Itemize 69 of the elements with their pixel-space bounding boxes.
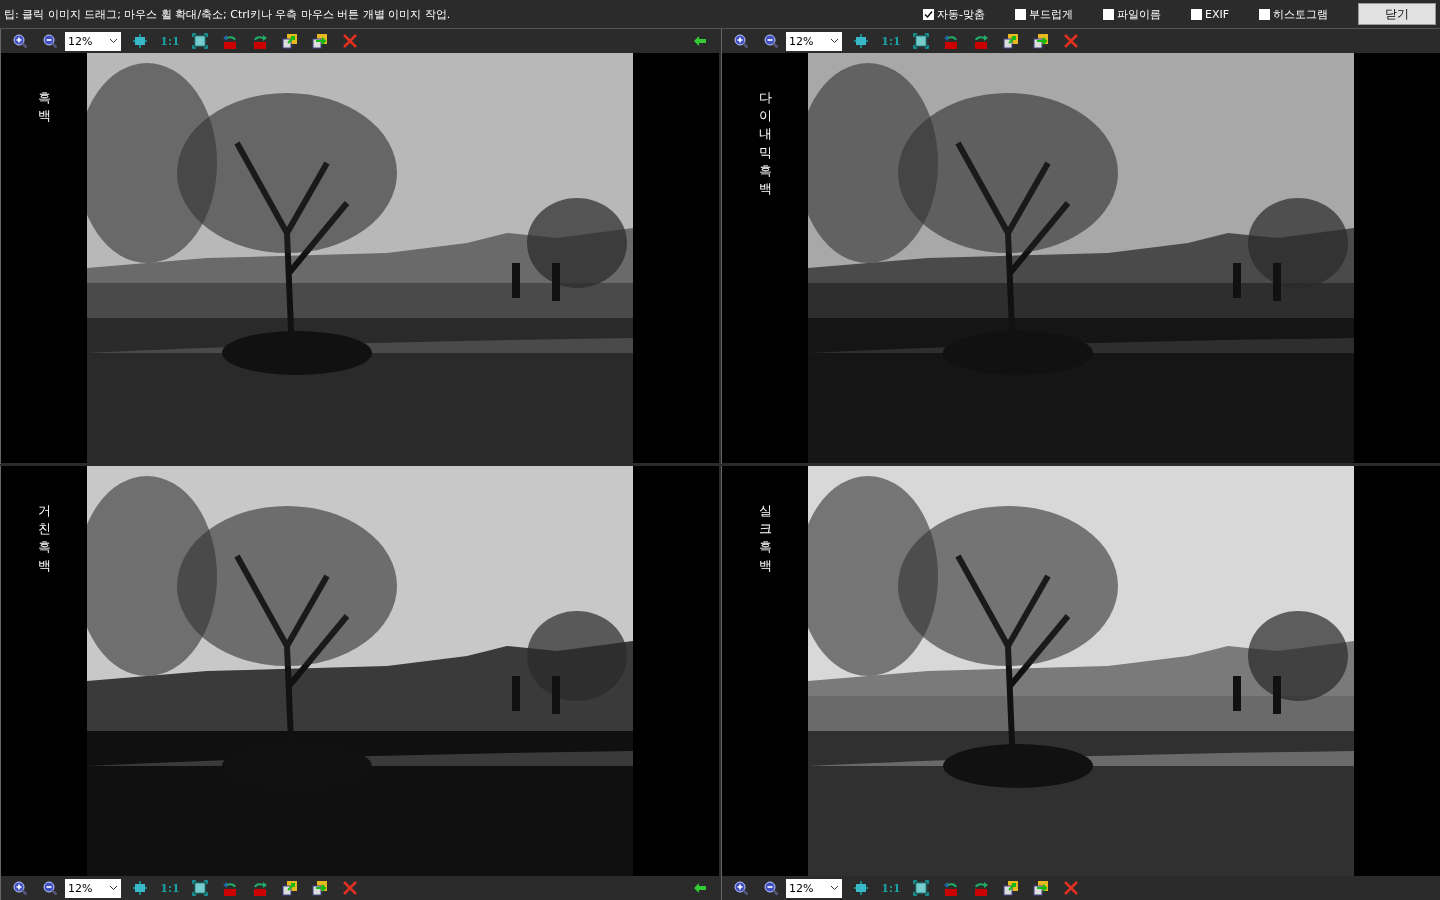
rotate-left-icon[interactable]	[222, 880, 238, 896]
rotate-left-icon[interactable]	[222, 33, 238, 49]
full-screen-icon[interactable]	[192, 880, 208, 896]
export-icon[interactable]	[1003, 33, 1019, 49]
import-icon[interactable]	[1033, 880, 1049, 896]
close-icon[interactable]	[1063, 880, 1079, 896]
zoom-dropdown[interactable]: 12%	[65, 31, 121, 51]
zoom-in-icon[interactable]	[733, 880, 749, 896]
export-icon[interactable]	[282, 880, 298, 896]
image-label: 다이내믹흑백	[758, 89, 772, 198]
option-checkbox[interactable]: 부드럽게	[1014, 6, 1073, 22]
export-icon[interactable]	[282, 33, 298, 49]
checkbox-icon[interactable]	[1259, 8, 1270, 20]
caret-icon[interactable]	[830, 885, 839, 891]
option-checkbox[interactable]: 히스토그램	[1259, 6, 1328, 22]
close-button[interactable]: 닫기	[1358, 3, 1436, 25]
zoom-in-icon[interactable]	[12, 33, 28, 49]
option-checkbox[interactable]: EXIF	[1190, 7, 1229, 21]
zoom-dropdown[interactable]: 12%	[786, 31, 842, 51]
fit-icon[interactable]	[853, 880, 869, 896]
fit-icon[interactable]	[132, 33, 148, 49]
close-icon[interactable]	[342, 880, 358, 896]
rotate-left-icon[interactable]	[943, 33, 959, 49]
tip-text: 팁: 클릭 이미지 드래그; 마우스 휠 확대/축소; Ctrl키나 우측 마우스 버튼 개별 이미지 작업.	[4, 6, 452, 22]
actual-size-button[interactable]: 1:1	[155, 34, 185, 48]
image-label: 거친흑백	[37, 502, 51, 575]
import-icon[interactable]	[1033, 33, 1049, 49]
zoom-out-icon[interactable]	[42, 33, 58, 49]
caret-icon[interactable]	[830, 38, 839, 44]
checkbox-icon[interactable]	[1190, 8, 1202, 20]
zoom-in-icon[interactable]	[12, 880, 28, 896]
option-label[interactable]: 부드럽게	[1028, 6, 1073, 22]
image-label: 흑백	[37, 89, 51, 126]
actual-size-button[interactable]: 1:1	[876, 881, 906, 895]
zoom-out-icon[interactable]	[42, 880, 58, 896]
rotate-left-icon[interactable]	[943, 880, 959, 896]
option-checkbox[interactable]: 자동-맞춤	[922, 6, 985, 22]
import-icon[interactable]	[312, 33, 328, 49]
zoom-out-icon[interactable]	[763, 33, 779, 49]
option-label[interactable]: EXIF	[1204, 7, 1229, 21]
full-screen-icon[interactable]	[192, 33, 208, 49]
fit-icon[interactable]	[853, 33, 869, 49]
zoom-in-icon[interactable]	[733, 33, 749, 49]
fit-icon[interactable]	[132, 880, 148, 896]
actual-size-button[interactable]: 1:1	[155, 881, 185, 895]
rotate-right-icon[interactable]	[973, 33, 989, 49]
caret-icon[interactable]	[109, 38, 118, 44]
close-icon[interactable]	[1063, 33, 1079, 49]
rotate-right-icon[interactable]	[252, 33, 268, 49]
close-icon[interactable]	[342, 33, 358, 49]
actual-size-button[interactable]: 1:1	[876, 34, 906, 48]
image-label: 실크흑백	[758, 502, 772, 575]
checkbox-icon[interactable]	[1014, 8, 1026, 20]
option-checkbox[interactable]: 파일이름	[1102, 6, 1161, 22]
zoom-out-icon[interactable]	[763, 880, 779, 896]
export-icon[interactable]	[1003, 880, 1019, 896]
option-label[interactable]: 히스토그램	[1273, 6, 1328, 22]
checkbox-icon[interactable]	[1102, 8, 1114, 20]
rotate-right-icon[interactable]	[973, 880, 989, 896]
zoom-dropdown[interactable]: 12%	[786, 878, 842, 898]
option-label[interactable]: 자동-맞춤	[936, 6, 985, 22]
caret-icon[interactable]	[109, 885, 118, 891]
zoom-dropdown[interactable]: 12%	[65, 878, 121, 898]
option-label[interactable]: 파일이름	[1116, 6, 1161, 22]
full-screen-icon[interactable]	[913, 880, 929, 896]
import-icon[interactable]	[312, 880, 328, 896]
full-screen-icon[interactable]	[913, 33, 929, 49]
rotate-right-icon[interactable]	[252, 880, 268, 896]
checkbox-icon[interactable]	[922, 8, 934, 20]
